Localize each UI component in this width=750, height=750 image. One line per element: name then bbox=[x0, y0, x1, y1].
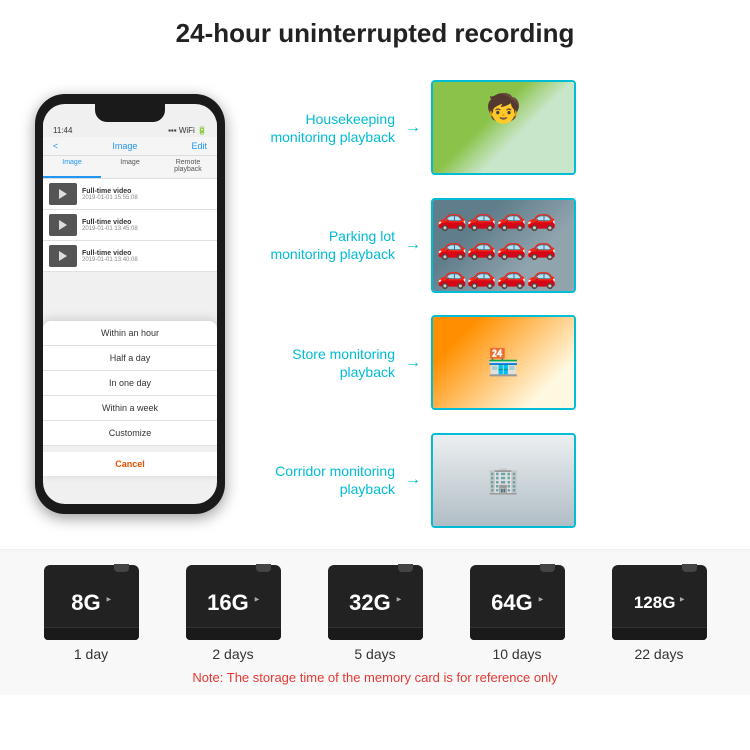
thumb-2 bbox=[49, 214, 77, 236]
phone-time: 11:44 bbox=[53, 126, 72, 135]
sd-label-64g: 64G ▸ bbox=[491, 590, 543, 616]
monitoring-row-parking: Parking lotmonitoring playback → 🚗🚗🚗🚗🚗🚗🚗… bbox=[250, 198, 730, 293]
list-text-1: Full-time video 2019-01-01 15:55:08 bbox=[82, 188, 211, 201]
sd-card-64g: 64G ▸ bbox=[470, 565, 565, 640]
img-corridor-visual: 🏢 bbox=[433, 435, 574, 526]
monitoring-img-housekeeping bbox=[431, 80, 576, 175]
play-icon-1 bbox=[59, 189, 67, 199]
phone-nav-bar: < Image Edit bbox=[43, 137, 217, 156]
sd-days-32g: 5 days bbox=[354, 646, 395, 662]
list-text-3: Full-time video 2019-01-01 13:40:08 bbox=[82, 250, 211, 263]
img-housekeeping-visual bbox=[433, 82, 574, 173]
monitoring-label-parking: Parking lotmonitoring playback bbox=[250, 227, 395, 263]
phone-nav-edit[interactable]: Edit bbox=[191, 141, 207, 151]
dropdown-within-hour[interactable]: Within an hour bbox=[43, 321, 217, 346]
sd-days-64g: 10 days bbox=[492, 646, 541, 662]
sd-card-item-128g: 128G ▸ 22 days bbox=[612, 565, 707, 662]
page-title: 24-hour uninterrupted recording bbox=[0, 0, 750, 59]
monitoring-row-store: Store monitoringplayback → 🏪 bbox=[250, 315, 730, 410]
sd-label-32g: 32G ▸ bbox=[349, 590, 401, 616]
list-item-2: Full-time video 2019-01-01 13:45:08 bbox=[43, 210, 217, 241]
phone-section: 11:44 ▪▪▪ WiFi 🔋 < Image Edit Image Imag… bbox=[20, 59, 240, 549]
phone-nav-back[interactable]: < bbox=[53, 141, 58, 151]
monitoring-arrow-corridor: → bbox=[405, 471, 421, 489]
phone-status-bar: 11:44 ▪▪▪ WiFi 🔋 bbox=[43, 120, 217, 137]
monitoring-label-store: Store monitoringplayback bbox=[250, 345, 395, 381]
phone-signal: ▪▪▪ WiFi 🔋 bbox=[168, 126, 207, 135]
phone-screen: 11:44 ▪▪▪ WiFi 🔋 < Image Edit Image Imag… bbox=[43, 104, 217, 504]
dropdown-half-day[interactable]: Half a day bbox=[43, 346, 217, 371]
monitoring-img-corridor: 🏢 bbox=[431, 433, 576, 528]
sd-card-item-32g: 32G ▸ 5 days bbox=[328, 565, 423, 662]
list-date-1: 2019-01-01 15:55:08 bbox=[82, 195, 211, 201]
monitoring-row-housekeeping: Housekeepingmonitoring playback → bbox=[250, 80, 730, 175]
sd-card-item-16g: 16G ▸ 2 days bbox=[186, 565, 281, 662]
monitoring-label-housekeeping: Housekeepingmonitoring playback bbox=[250, 110, 395, 146]
monitoring-label-corridor: Corridor monitoringplayback bbox=[250, 462, 395, 498]
img-store-visual: 🏪 bbox=[433, 317, 574, 408]
sd-days-128g: 22 days bbox=[634, 646, 683, 662]
sd-card-8g: 8G ▸ bbox=[44, 565, 139, 640]
sd-card-128g: 128G ▸ bbox=[612, 565, 707, 640]
tab-image2[interactable]: Image bbox=[101, 156, 159, 178]
monitoring-arrow-store: → bbox=[405, 354, 421, 372]
play-icon-2 bbox=[59, 220, 67, 230]
thumb-1 bbox=[49, 183, 77, 205]
list-date-2: 2019-01-01 13:45:08 bbox=[82, 226, 211, 232]
dropdown-in-one-day[interactable]: In one day bbox=[43, 371, 217, 396]
phone-nav-title: Image bbox=[112, 141, 137, 151]
sd-card-32g: 32G ▸ bbox=[328, 565, 423, 640]
list-title-2: Full-time video bbox=[82, 219, 211, 226]
main-content: 11:44 ▪▪▪ WiFi 🔋 < Image Edit Image Imag… bbox=[0, 59, 750, 549]
monitoring-row-corridor: Corridor monitoringplayback → 🏢 bbox=[250, 433, 730, 528]
dropdown-customize[interactable]: Customize bbox=[43, 421, 217, 446]
sd-label-8g: 8G ▸ bbox=[71, 590, 110, 616]
list-item-3: Full-time video 2019-01-01 13:40:08 bbox=[43, 241, 217, 272]
sd-cards-row: 8G ▸ 1 day 16G ▸ 2 days 32G ▸ 5 days 64G… bbox=[20, 565, 730, 662]
monitoring-arrow-parking: → bbox=[405, 236, 421, 254]
thumb-3 bbox=[49, 245, 77, 267]
bottom-section: 8G ▸ 1 day 16G ▸ 2 days 32G ▸ 5 days 64G… bbox=[0, 549, 750, 695]
sd-label-128g: 128G ▸ bbox=[634, 593, 684, 613]
list-title-3: Full-time video bbox=[82, 250, 211, 257]
tab-image[interactable]: Image bbox=[43, 156, 101, 178]
phone-dropdown: Within an hour Half a day In one day Wit… bbox=[43, 321, 217, 476]
phone-notch bbox=[95, 104, 165, 122]
list-date-3: 2019-01-01 13:40:08 bbox=[82, 257, 211, 263]
note-text: Note: The storage time of the memory car… bbox=[20, 670, 730, 685]
dropdown-within-week[interactable]: Within a week bbox=[43, 396, 217, 421]
right-section: Housekeepingmonitoring playback → Parkin… bbox=[250, 59, 730, 549]
list-item-1: Full-time video 2019-01-01 15:55:08 bbox=[43, 179, 217, 210]
dropdown-cancel[interactable]: Cancel bbox=[43, 446, 217, 476]
img-parking-visual: 🚗🚗🚗🚗🚗🚗🚗🚗🚗🚗🚗🚗 bbox=[433, 200, 574, 291]
monitoring-img-parking: 🚗🚗🚗🚗🚗🚗🚗🚗🚗🚗🚗🚗 bbox=[431, 198, 576, 293]
sd-card-item-64g: 64G ▸ 10 days bbox=[470, 565, 565, 662]
sd-card-16g: 16G ▸ bbox=[186, 565, 281, 640]
list-title-1: Full-time video bbox=[82, 188, 211, 195]
monitoring-img-store: 🏪 bbox=[431, 315, 576, 410]
sd-days-16g: 2 days bbox=[212, 646, 253, 662]
tab-remote-playback[interactable]: Remote playback bbox=[159, 156, 217, 178]
sd-days-8g: 1 day bbox=[74, 646, 108, 662]
monitoring-arrow-housekeeping: → bbox=[405, 119, 421, 137]
play-icon-3 bbox=[59, 251, 67, 261]
sd-label-16g: 16G ▸ bbox=[207, 590, 259, 616]
phone-outer: 11:44 ▪▪▪ WiFi 🔋 < Image Edit Image Imag… bbox=[35, 94, 225, 514]
list-text-2: Full-time video 2019-01-01 13:45:08 bbox=[82, 219, 211, 232]
phone-tabs: Image Image Remote playback bbox=[43, 156, 217, 179]
sd-card-item-8g: 8G ▸ 1 day bbox=[44, 565, 139, 662]
